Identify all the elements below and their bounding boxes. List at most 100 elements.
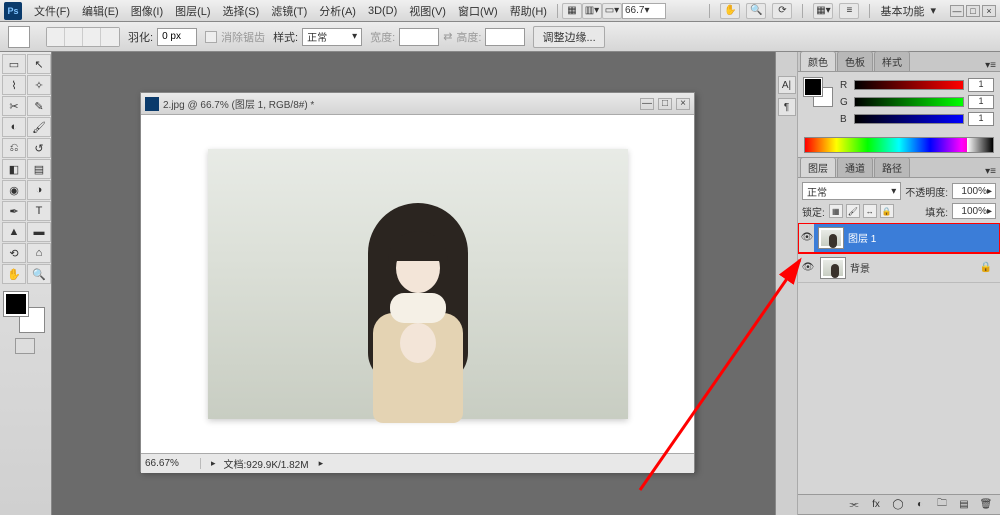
layer-row[interactable]: 👁 图层 1 — [798, 223, 1000, 253]
refine-edge-button[interactable]: 调整边缘... — [533, 26, 604, 48]
extras-icon[interactable]: ▦▾ — [813, 3, 833, 19]
layer-name[interactable]: 图层 1 — [848, 230, 876, 245]
r-value[interactable]: 1 — [968, 78, 994, 92]
zoom-level-field[interactable]: 66.7▾ — [622, 3, 666, 19]
zoom-tool-icon[interactable]: 🔍 — [27, 264, 51, 284]
g-value[interactable]: 1 — [968, 95, 994, 109]
rotate-view-icon[interactable]: ⟳ — [772, 3, 792, 19]
panel-menu-icon[interactable]: ▾≡ — [981, 60, 1000, 71]
layer-name[interactable]: 背景 — [850, 260, 870, 275]
magic-wand-tool-icon[interactable]: ✧ — [27, 75, 51, 95]
layer-thumbnail[interactable] — [818, 227, 844, 249]
blur-tool-icon[interactable]: ◉ — [2, 180, 26, 200]
menu-filter[interactable]: 滤镜(T) — [265, 0, 313, 22]
layer-thumbnail[interactable] — [820, 257, 846, 279]
guides-icon[interactable]: ≡ — [839, 3, 859, 19]
visibility-toggle-icon[interactable]: 👁 — [798, 223, 814, 253]
fill-field[interactable]: 100%▸ — [952, 203, 996, 219]
paragraph-panel-icon[interactable]: ¶ — [778, 98, 796, 116]
shape-tool-icon[interactable]: ▬ — [27, 222, 51, 242]
document-canvas[interactable] — [141, 115, 694, 453]
foreground-color-swatch[interactable] — [4, 292, 28, 316]
arrange-docs-icon[interactable]: ▥▾ — [582, 3, 602, 19]
layer-style-icon[interactable]: fx — [868, 498, 884, 512]
window-minimize-icon[interactable]: — — [950, 5, 964, 17]
document-titlebar[interactable]: 2.jpg @ 66.7% (图层 1, RGB/8#) * — □ × — [141, 93, 694, 115]
menu-select[interactable]: 选择(S) — [217, 0, 266, 22]
character-panel-icon[interactable]: A| — [778, 76, 796, 94]
status-flyout-icon[interactable]: ▸ — [211, 458, 216, 469]
workspace-dropdown-icon[interactable]: ▾ — [930, 4, 936, 17]
menu-help[interactable]: 帮助(H) — [504, 0, 553, 22]
lasso-tool-icon[interactable]: ⌇ — [2, 75, 26, 95]
spectrum-picker[interactable] — [804, 137, 994, 153]
menu-layer[interactable]: 图层(L) — [169, 0, 216, 22]
antialiased-checkbox[interactable] — [205, 31, 217, 43]
doc-minimize-icon[interactable]: — — [640, 98, 654, 110]
status-docsize[interactable]: 文档:929.9K/1.82M — [224, 456, 309, 471]
move-tool-icon[interactable]: ↖ — [27, 54, 51, 74]
b-slider[interactable] — [854, 114, 964, 124]
menu-view[interactable]: 视图(V) — [403, 0, 452, 22]
tab-styles[interactable]: 样式 — [874, 51, 910, 71]
tab-color[interactable]: 颜色 — [800, 51, 836, 71]
layer-group-icon[interactable]: 🗀 — [934, 498, 950, 512]
delete-layer-icon[interactable]: 🗑 — [978, 498, 994, 512]
opacity-field[interactable]: 100%▸ — [952, 183, 996, 199]
menu-edit[interactable]: 编辑(E) — [76, 0, 125, 22]
adjustment-layer-icon[interactable]: ◐ — [912, 498, 928, 512]
feather-input[interactable] — [157, 28, 197, 46]
healing-brush-tool-icon[interactable]: ◐ — [2, 117, 26, 137]
eyedropper-tool-icon[interactable]: ✎ — [27, 96, 51, 116]
layer-row[interactable]: 👁 背景 🔒 — [798, 253, 1000, 283]
path-select-tool-icon[interactable]: ▲ — [2, 222, 26, 242]
zoom-tool-icon[interactable]: 🔍 — [746, 3, 766, 19]
3d-rotate-tool-icon[interactable]: ⟲ — [2, 243, 26, 263]
clone-stamp-tool-icon[interactable]: ⎌ — [2, 138, 26, 158]
g-slider[interactable] — [854, 97, 964, 107]
selection-mode-group[interactable] — [46, 27, 120, 47]
panel-menu-icon[interactable]: ▾≡ — [981, 166, 1000, 177]
hand-tool-icon[interactable]: ✋ — [2, 264, 26, 284]
tool-preset-picker[interactable] — [8, 26, 30, 48]
screen-mode-icon[interactable]: ▭▾ — [602, 3, 622, 19]
eraser-tool-icon[interactable]: ◧ — [2, 159, 26, 179]
doc-maximize-icon[interactable]: □ — [658, 98, 672, 110]
marquee-tool-icon[interactable]: ▭ — [2, 54, 26, 74]
visibility-toggle-icon[interactable]: 👁 — [800, 260, 816, 276]
status-flyout2-icon[interactable]: ▸ — [319, 458, 324, 469]
pen-tool-icon[interactable]: ✒ — [2, 201, 26, 221]
hand-tool-icon[interactable]: ✋ — [720, 3, 740, 19]
tab-paths[interactable]: 路径 — [874, 157, 910, 177]
tab-layers[interactable]: 图层 — [800, 157, 836, 177]
style-select[interactable]: 正常▾ — [302, 28, 362, 46]
menu-analysis[interactable]: 分析(A) — [313, 0, 362, 22]
r-slider[interactable] — [854, 80, 964, 90]
dodge-tool-icon[interactable]: ◑ — [27, 180, 51, 200]
crop-tool-icon[interactable]: ✂ — [2, 96, 26, 116]
b-value[interactable]: 1 — [968, 112, 994, 126]
brush-tool-icon[interactable]: 🖌 — [27, 117, 51, 137]
type-tool-icon[interactable]: T — [27, 201, 51, 221]
3d-camera-tool-icon[interactable]: ⌂ — [27, 243, 51, 263]
tab-channels[interactable]: 通道 — [837, 157, 873, 177]
color-swatches[interactable] — [4, 292, 44, 332]
new-layer-icon[interactable]: ▤ — [956, 498, 972, 512]
panel-fg-swatch[interactable] — [804, 78, 822, 96]
lock-position-icon[interactable]: ↔ — [863, 204, 877, 218]
link-layers-icon[interactable]: ⫘ — [846, 498, 862, 512]
window-close-icon[interactable]: × — [982, 5, 996, 17]
lock-transparency-icon[interactable]: ▦ — [829, 204, 843, 218]
menu-file[interactable]: 文件(F) — [28, 0, 76, 22]
lock-all-icon[interactable]: 🔒 — [880, 204, 894, 218]
menu-3d[interactable]: 3D(D) — [362, 2, 403, 20]
panel-color-swatches[interactable] — [804, 78, 832, 106]
lock-pixels-icon[interactable]: 🖌 — [846, 204, 860, 218]
gradient-tool-icon[interactable]: ▤ — [27, 159, 51, 179]
tab-swatches[interactable]: 色板 — [837, 51, 873, 71]
menu-image[interactable]: 图像(I) — [125, 0, 169, 22]
layer-mask-icon[interactable]: ◯ — [890, 498, 906, 512]
doc-close-icon[interactable]: × — [676, 98, 690, 110]
history-brush-tool-icon[interactable]: ↺ — [27, 138, 51, 158]
window-maximize-icon[interactable]: □ — [966, 5, 980, 17]
